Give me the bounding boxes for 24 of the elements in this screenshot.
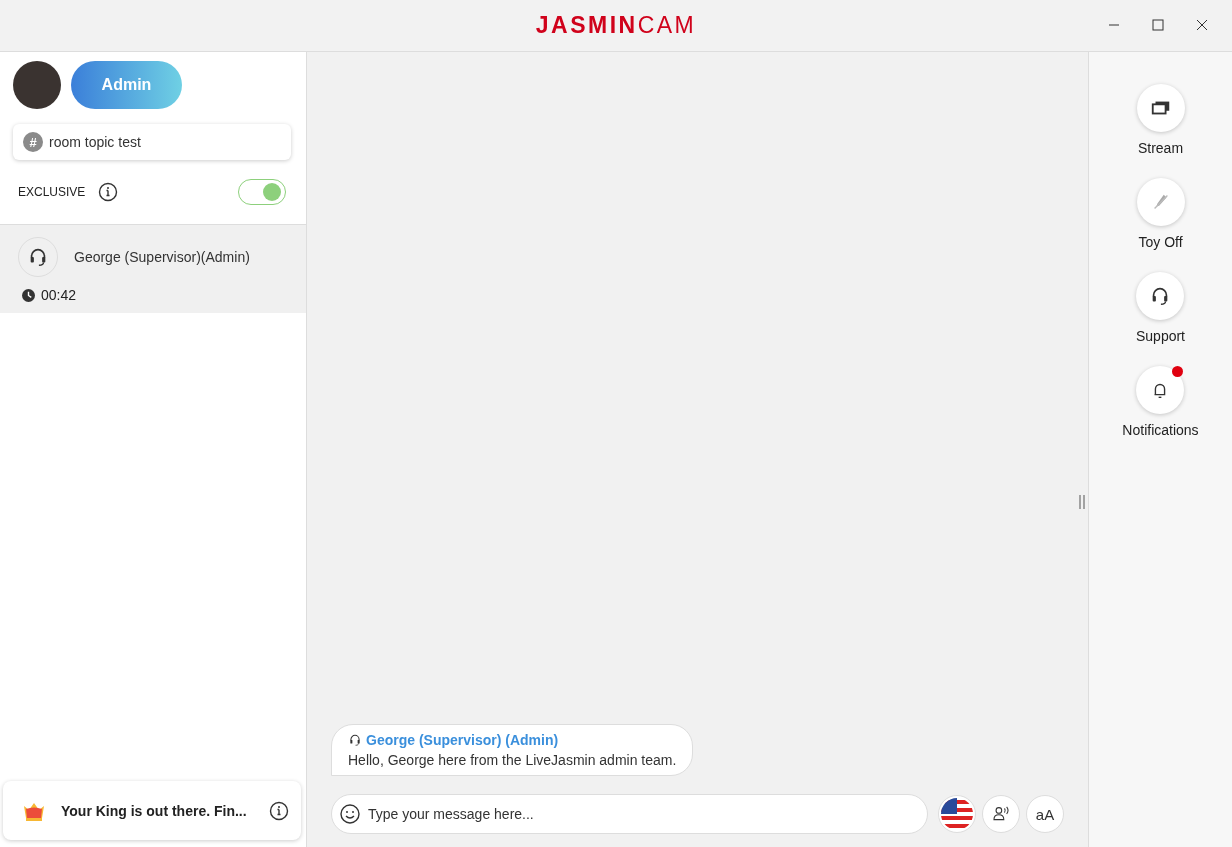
session-timer: 00:42 — [41, 287, 77, 303]
flag-icon — [940, 797, 974, 831]
language-button[interactable] — [938, 795, 976, 833]
exclusive-label: EXCLUSIVE — [18, 185, 86, 199]
clock-icon — [22, 288, 35, 302]
promo-text: Your King is out there. Fin... — [61, 802, 248, 819]
session-item[interactable]: George (Supervisor)(Admin) 00:42 — [0, 225, 306, 313]
session-name: George (Supervisor)(Admin) — [74, 249, 250, 265]
logo-text: CAM — [637, 12, 697, 39]
voice-button[interactable] — [982, 795, 1020, 833]
exclusive-toggle[interactable] — [238, 179, 286, 205]
avatar-photo-placeholder — [13, 61, 61, 109]
message-author: George (Supervisor) (Admin) — [366, 732, 559, 748]
resize-handle-icon[interactable] — [1078, 495, 1086, 509]
info-icon[interactable] — [98, 182, 119, 202]
font-size-button[interactable]: aA — [1026, 795, 1064, 833]
notifications-action[interactable]: Notifications — [1122, 366, 1199, 438]
logo-text: JASMIN — [535, 12, 638, 39]
message-text: Hello, George here from the LiveJasmin admin team. — [348, 752, 677, 768]
message-input[interactable]: Type your message here... — [331, 794, 928, 834]
smiley-icon[interactable] — [339, 803, 361, 825]
promo-card[interactable]: Your King is out there. Fin... — [3, 781, 301, 840]
info-icon[interactable] — [269, 800, 289, 821]
headset-icon — [348, 733, 362, 747]
